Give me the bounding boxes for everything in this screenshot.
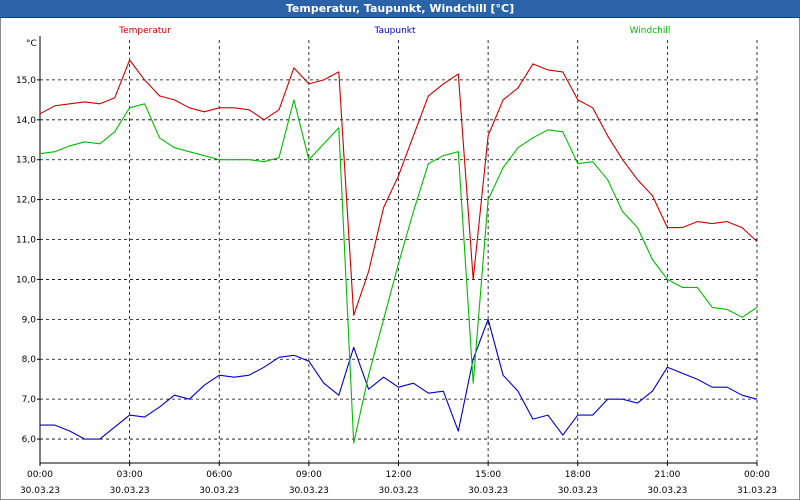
series-line-windchill bbox=[39, 99, 758, 444]
y-tick-label: 12,0 bbox=[16, 196, 36, 206]
legend-temperatur: Temperatur bbox=[118, 26, 171, 36]
legend-taupunkt: Taupunkt bbox=[373, 26, 416, 36]
y-tick-label: 7,0 bbox=[22, 395, 37, 405]
y-tick-label: 13,0 bbox=[16, 156, 36, 166]
x-tick-time-label: 09:00 bbox=[296, 470, 322, 480]
series-line-temperatur bbox=[39, 59, 758, 316]
x-tick-date-label: 30.03.23 bbox=[378, 486, 418, 496]
x-tick-time-label: 18:00 bbox=[565, 470, 591, 480]
y-tick-label: 10,0 bbox=[16, 275, 36, 285]
y-tick-label: 14,0 bbox=[16, 116, 36, 126]
x-tick-date-label: 30.03.23 bbox=[558, 486, 598, 496]
line-chart: 6,0 7,0 8,0 9,0 10,0 11,0 12,0 13,0 14,0 15,0 00:0… bbox=[16, 26, 777, 496]
x-tick-date-label: 30.03.23 bbox=[20, 486, 60, 496]
x-tick-time-label: 03:00 bbox=[117, 470, 143, 480]
x-tick-time-label: 00:00 bbox=[744, 470, 770, 480]
x-tick-date-label: 31.03.23 bbox=[737, 486, 777, 496]
y-tick-label: 11,0 bbox=[16, 236, 36, 246]
x-tick-date-label: 30.03.23 bbox=[289, 486, 329, 496]
legend: Temperatur Taupunkt Windchill bbox=[118, 26, 670, 36]
y-axis-label: °C bbox=[26, 39, 37, 49]
x-tick-time-label: 00:00 bbox=[27, 470, 53, 480]
grid-lines bbox=[40, 40, 758, 463]
y-tick-label: 8,0 bbox=[22, 355, 37, 365]
x-tick-date-label: 30.03.23 bbox=[110, 486, 150, 496]
x-tick-time-label: 12:00 bbox=[386, 470, 412, 480]
x-tick-time-label: 15:00 bbox=[475, 470, 501, 480]
x-tick-date-label: 30.03.23 bbox=[199, 486, 239, 496]
x-tick-time-label: 06:00 bbox=[206, 470, 232, 480]
x-tick-time-label: 21:00 bbox=[654, 470, 680, 480]
y-tick-label: 15,0 bbox=[16, 76, 36, 86]
x-tick-date-label: 30.03.23 bbox=[647, 486, 687, 496]
legend-windchill: Windchill bbox=[630, 26, 671, 36]
y-tick-label: 9,0 bbox=[22, 315, 37, 325]
tick-labels: 6,0 7,0 8,0 9,0 10,0 11,0 12,0 13,0 14,0 15,0 00:0… bbox=[16, 76, 777, 496]
series-line-taupunkt bbox=[40, 318, 758, 440]
x-tick-date-label: 30.03.23 bbox=[468, 486, 508, 496]
y-tick-label: 6,0 bbox=[22, 435, 37, 445]
